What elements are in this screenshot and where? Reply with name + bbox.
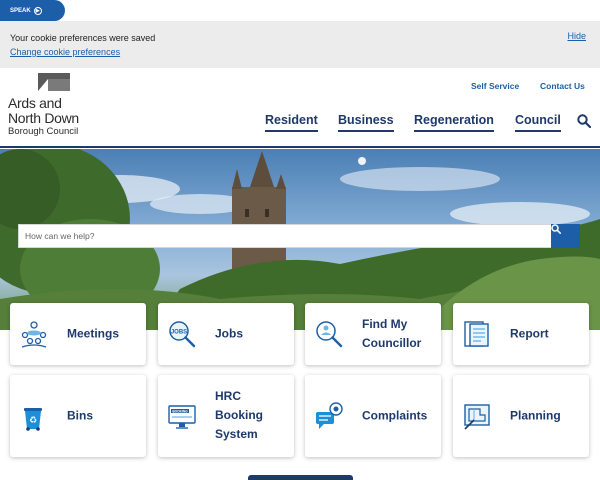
logo-line-3: Borough Council bbox=[8, 126, 79, 137]
play-circle-icon: ▶ bbox=[33, 6, 42, 15]
planning-blueprint-icon bbox=[464, 404, 490, 430]
tile-jobs[interactable]: JOBS Jobs bbox=[158, 303, 294, 365]
contact-us-link[interactable]: Contact Us bbox=[540, 81, 585, 91]
tile-planning[interactable]: Planning bbox=[453, 375, 589, 457]
tile-label: Planning bbox=[510, 408, 561, 423]
tile-label: Bins bbox=[67, 408, 94, 423]
more-services-button[interactable] bbox=[248, 475, 353, 480]
council-logo[interactable]: Ards and North Down Borough Council bbox=[8, 73, 108, 137]
jobs-magnifier-icon: JOBS bbox=[169, 321, 196, 348]
tile-complaints[interactable]: Complaints bbox=[305, 375, 441, 457]
change-cookie-preferences-link[interactable]: Change cookie preferences bbox=[10, 47, 120, 57]
svg-text:JOBS: JOBS bbox=[171, 330, 187, 336]
site-header: Ards and North Down Borough Council Self… bbox=[0, 68, 600, 148]
speak-label: SPEAK bbox=[10, 7, 31, 14]
tile-report[interactable]: Report bbox=[453, 303, 589, 365]
self-service-link[interactable]: Self Service bbox=[471, 81, 519, 91]
tile-label: Report bbox=[510, 326, 549, 341]
tile-bins[interactable]: ♻ Bins bbox=[10, 375, 146, 457]
site-search bbox=[18, 224, 580, 248]
cookie-message: Your cookie preferences were saved bbox=[10, 33, 156, 43]
tile-hrc-booking-system[interactable]: BOOKING HRC Booking System bbox=[158, 375, 294, 457]
tile-label: Find My Councillor bbox=[362, 316, 422, 350]
report-document-icon bbox=[464, 321, 489, 347]
hide-cookie-banner-link[interactable]: Hide bbox=[567, 31, 586, 41]
tile-meetings[interactable]: Meetings bbox=[10, 303, 146, 365]
speak-button[interactable]: SPEAK ▶ bbox=[0, 0, 65, 21]
search-icon bbox=[551, 224, 561, 234]
nav-council[interactable]: Council bbox=[515, 113, 561, 132]
tile-find-my-councillor[interactable]: Find My Councillor bbox=[305, 303, 441, 365]
tile-label: HRC Booking System bbox=[215, 389, 263, 442]
tile-label: Meetings bbox=[67, 326, 120, 341]
nav-business[interactable]: Business bbox=[338, 113, 394, 132]
tile-label: Complaints bbox=[362, 408, 428, 423]
logo-line-1: Ards and bbox=[8, 95, 62, 111]
svg-text:♻: ♻ bbox=[29, 416, 37, 426]
complaint-chat-icon bbox=[316, 402, 343, 429]
logo-line-2: North Down bbox=[8, 110, 79, 126]
recycle-bin-icon: ♻ bbox=[24, 408, 42, 431]
accessibility-bar: SPEAK ▶ bbox=[0, 0, 600, 21]
search-submit-button[interactable] bbox=[551, 224, 580, 248]
cookie-banner: Your cookie preferences were saved Chang… bbox=[0, 21, 600, 68]
nav-resident[interactable]: Resident bbox=[265, 113, 318, 132]
booking-screen-icon: BOOKING bbox=[168, 405, 196, 429]
svg-text:BOOKING: BOOKING bbox=[172, 409, 188, 413]
find-person-icon bbox=[316, 321, 343, 348]
tile-label: Jobs bbox=[215, 326, 244, 341]
search-input[interactable] bbox=[19, 225, 553, 247]
nav-regeneration[interactable]: Regeneration bbox=[414, 113, 494, 132]
meeting-people-icon bbox=[21, 321, 47, 348]
logo-mark-icon bbox=[38, 73, 70, 91]
search-icon[interactable] bbox=[577, 114, 591, 128]
